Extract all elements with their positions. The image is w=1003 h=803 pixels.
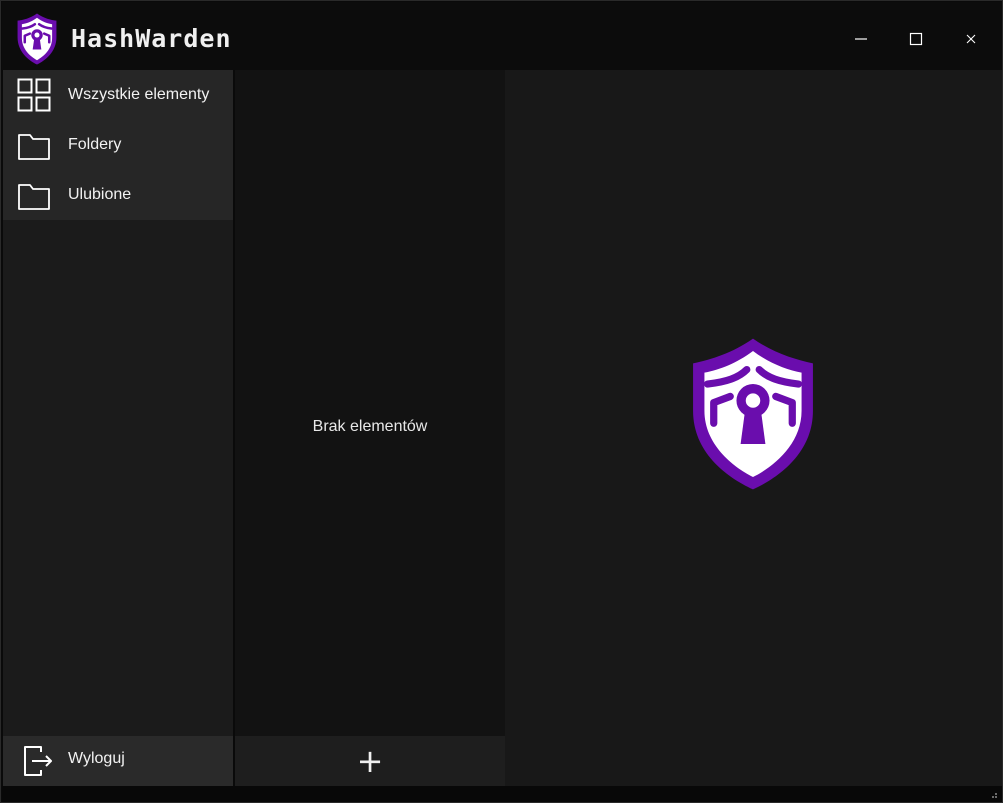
shield-keyhole-icon: [17, 13, 57, 65]
add-item-button[interactable]: +: [235, 736, 505, 786]
app-window: HashWarden Wszystkie elementy Foldery Ul…: [0, 0, 1003, 803]
title-bar[interactable]: HashWarden: [2, 2, 1002, 70]
maximize-button[interactable]: [893, 16, 939, 62]
sidebar-item-folders[interactable]: Foldery: [3, 120, 233, 170]
app-title: HashWarden: [71, 24, 232, 53]
empty-list-message: Brak elementów: [312, 418, 428, 435]
detail-pane: [505, 70, 1002, 786]
sidebar-item-all-items[interactable]: Wszystkie elementy: [3, 70, 233, 120]
grid-icon: [17, 78, 51, 112]
sidebar-nav: Wszystkie elementy Foldery Ulubione: [3, 70, 233, 220]
folder-icon: [18, 184, 50, 210]
items-list[interactable]: Brak elementów: [235, 70, 505, 736]
maximize-icon: [909, 32, 923, 46]
resize-grip-icon[interactable]: [988, 789, 998, 799]
sidebar-item-favorites[interactable]: Ulubione: [3, 170, 233, 220]
sidebar-item-label: Foldery: [68, 136, 122, 153]
close-button[interactable]: [948, 16, 994, 62]
status-strip: [2, 786, 1002, 802]
folder-icon: [18, 134, 50, 160]
close-icon: [966, 34, 976, 44]
logout-button[interactable]: Wyloguj: [3, 736, 233, 786]
sidebar-item-label: Ulubione: [68, 186, 132, 203]
plus-icon: +: [356, 742, 384, 780]
minimize-icon: [855, 38, 867, 40]
minimize-button[interactable]: [838, 16, 884, 62]
logout-label: Wyloguj: [68, 750, 125, 767]
sidebar: Wszystkie elementy Foldery Ulubione Wylo…: [3, 70, 233, 786]
shield-keyhole-icon: [693, 338, 813, 490]
logout-icon: [24, 746, 52, 776]
sidebar-item-label: Wszystkie elementy: [68, 86, 210, 103]
